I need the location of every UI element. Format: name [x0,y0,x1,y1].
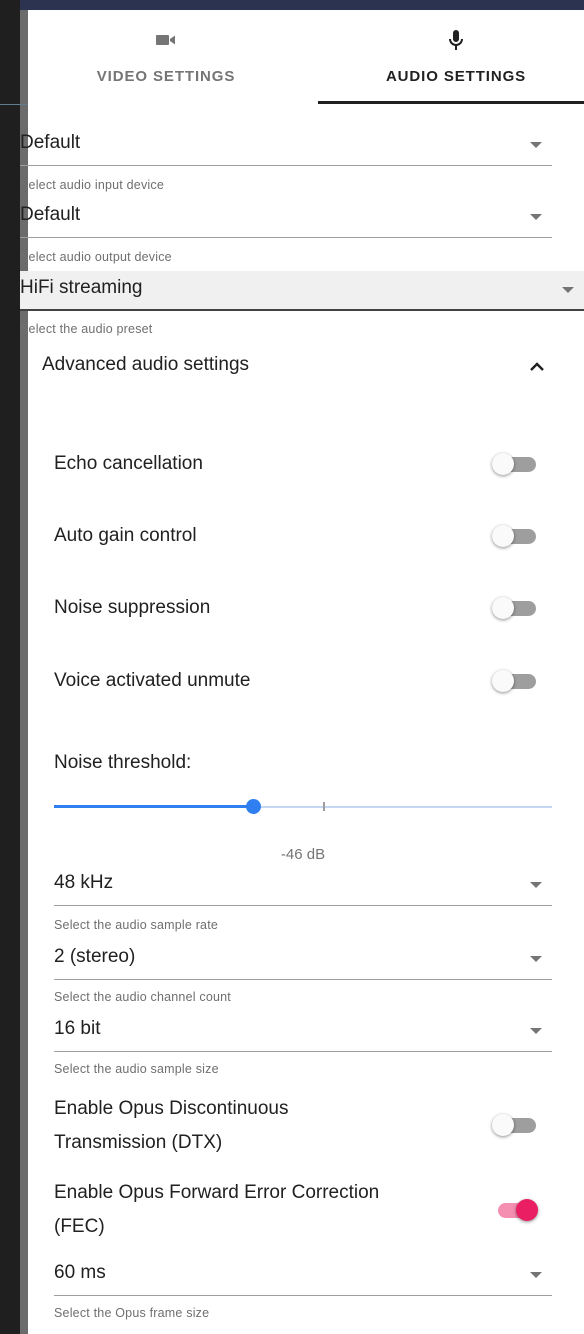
tab-video-label: VIDEO SETTINGS [96,68,236,85]
echo-cancellation-switch[interactable] [492,453,538,475]
voice-activated-unmute-switch[interactable] [492,670,538,692]
slider-fill [54,805,254,808]
auto-gain-control-switch[interactable] [492,525,538,547]
dropdown-arrow-icon [530,142,542,148]
active-tab-indicator [318,101,584,104]
auto-gain-control-row: Auto gain control [54,521,552,551]
opus-fec-label-line1: Enable Opus Forward Error Correction [54,1182,380,1203]
noise-suppression-label: Noise suppression [54,597,211,618]
echo-cancellation-label: Echo cancellation [54,453,203,474]
dropdown-arrow-icon [530,214,542,220]
noise-threshold-slider[interactable] [54,794,552,820]
voice-activated-unmute-label: Voice activated unmute [54,670,251,691]
audio-output-select[interactable]: Default [20,198,552,238]
sample-rate-helper: Select the audio sample rate [54,918,219,932]
channel-count-helper: Select the audio channel count [54,990,231,1004]
slider-mark [322,802,325,811]
opus-frame-size-value: 60 ms [54,1262,106,1283]
backdrop [0,0,20,1334]
noise-threshold-label: Noise threshold: [54,752,192,773]
opus-fec-row: Enable Opus Forward Error Correction (FE… [54,1178,552,1242]
opus-fec-switch[interactable] [492,1199,538,1221]
audio-input-select[interactable]: Default [20,126,552,166]
slider-thumb[interactable] [246,799,262,814]
sample-size-select[interactable]: 16 bit [54,1012,552,1052]
advanced-audio-settings-title: Advanced audio settings [42,354,250,375]
echo-cancellation-row: Echo cancellation [54,449,552,479]
audio-preset-helper: Select the audio preset [20,322,153,336]
opus-frame-size-helper: Select the Opus frame size [54,1306,210,1320]
audio-preset-value: HiFi streaming [20,277,143,298]
backdrop-divider [0,104,30,105]
noise-threshold-value: -46 dB [280,846,326,863]
tab-audio-settings[interactable]: AUDIO SETTINGS [318,10,584,104]
sample-size-value: 16 bit [54,1018,101,1039]
advanced-audio-settings-header[interactable]: Advanced audio settings [20,340,552,392]
tab-audio-label: AUDIO SETTINGS [385,68,527,85]
auto-gain-control-label: Auto gain control [54,525,197,546]
opus-fec-label-line2: (FEC) [54,1216,105,1237]
dropdown-arrow-icon [562,287,574,293]
microphone-icon [449,30,463,50]
opus-frame-size-select[interactable]: 60 ms [54,1256,552,1296]
dropdown-arrow-icon [530,882,542,888]
dropdown-arrow-icon [530,1028,542,1034]
audio-output-helper: Select audio output device [20,250,172,264]
videocam-icon [156,35,175,45]
settings-tabs: VIDEO SETTINGS AUDIO SETTINGS [28,10,584,104]
sample-rate-select[interactable]: 48 kHz [54,866,552,906]
tab-video-settings[interactable]: VIDEO SETTINGS [28,10,304,104]
chevron-up-icon [530,362,544,371]
opus-dtx-switch[interactable] [492,1114,538,1136]
dropdown-arrow-icon [530,1272,542,1278]
sample-rate-value: 48 kHz [54,872,114,893]
channel-count-value: 2 (stereo) [54,946,136,967]
dropdown-arrow-icon [530,956,542,962]
noise-suppression-switch[interactable] [492,597,538,619]
audio-input-value: Default [20,132,81,153]
channel-count-select[interactable]: 2 (stereo) [54,940,552,980]
opus-dtx-row: Enable Opus Discontinuous Transmission (… [54,1094,552,1158]
opus-dtx-label-line2: Transmission (DTX) [54,1132,223,1153]
audio-output-value: Default [20,204,81,225]
voice-activated-unmute-row: Voice activated unmute [54,666,552,696]
audio-input-helper: Select audio input device [20,178,164,192]
backdrop-top [20,0,584,10]
noise-suppression-row: Noise suppression [54,593,552,623]
opus-dtx-label-line1: Enable Opus Discontinuous [54,1098,289,1119]
sample-size-helper: Select the audio sample size [54,1062,219,1076]
audio-preset-select[interactable]: HiFi streaming [20,271,584,311]
